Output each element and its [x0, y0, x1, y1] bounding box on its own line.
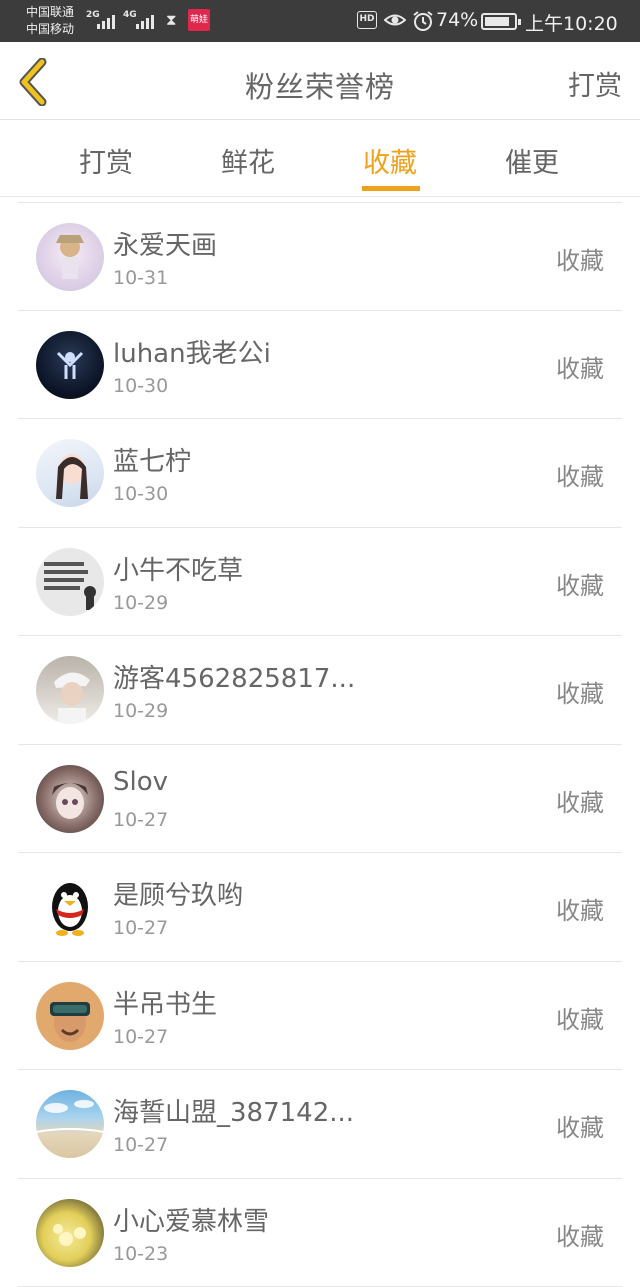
list-item[interactable]: Slov 10-27 收藏	[18, 745, 622, 854]
clock: 上午10:20	[525, 9, 618, 36]
list-item[interactable]: 小心爱慕林雪 10-23 收藏	[18, 1179, 622, 1287]
tab-bar: 打赏 鲜花 收藏 催更	[0, 121, 640, 197]
list-item[interactable]: 游客4562825817... 10-29 收藏	[18, 636, 622, 745]
date: 10-30	[113, 375, 168, 397]
page-title: 粉丝荣誉榜	[0, 64, 640, 106]
action-label: 收藏	[556, 1000, 604, 1035]
header: 粉丝荣誉榜 打赏	[0, 42, 640, 120]
date: 10-27	[113, 809, 168, 831]
date: 10-27	[113, 917, 168, 939]
avatar[interactable]	[36, 765, 104, 833]
alarm-icon	[412, 10, 434, 32]
tab-flowers[interactable]: 鲜花	[188, 141, 308, 180]
hd-icon: HD	[357, 11, 377, 29]
avatar[interactable]	[36, 331, 104, 399]
signal-bars-1-icon	[97, 13, 115, 29]
action-label: 收藏	[556, 891, 604, 926]
date: 10-29	[113, 592, 168, 614]
eye-comfort-icon	[384, 10, 406, 30]
action-label: 收藏	[556, 1217, 604, 1252]
date: 10-29	[113, 700, 168, 722]
list-item[interactable]: 半吊书生 10-27 收藏	[18, 962, 622, 1071]
avatar[interactable]	[36, 1199, 104, 1267]
user-name: 蓝七柠	[113, 441, 191, 478]
list-item[interactable]: 蓝七柠 10-30 收藏	[18, 419, 622, 528]
user-name: 永爱天画	[113, 225, 217, 262]
signal-bars-2-icon	[136, 13, 154, 29]
action-label: 收藏	[556, 1108, 604, 1143]
user-name: 游客4562825817...	[113, 658, 355, 695]
carrier-2: 中国移动	[26, 21, 74, 38]
date: 10-30	[113, 483, 168, 505]
avatar[interactable]	[36, 439, 104, 507]
list-item[interactable]: 是顾兮玖哟 10-27 收藏	[18, 853, 622, 962]
avatar[interactable]	[36, 1090, 104, 1158]
user-name: 是顾兮玖哟	[113, 875, 243, 912]
status-bar: 中国联通 中国移动 2G 4G ⧗ 萌娃 HD 74% 上午10:20	[0, 0, 640, 42]
avatar[interactable]	[36, 656, 104, 724]
action-label: 收藏	[556, 566, 604, 601]
avatar[interactable]	[36, 873, 104, 941]
action-label: 收藏	[556, 783, 604, 818]
hourglass-icon: ⧗	[166, 11, 177, 29]
carrier-1: 中国联通	[26, 4, 74, 21]
user-name: 小牛不吃草	[113, 550, 243, 587]
fan-list: 永爱天画 10-31 收藏 luhan我老公i 10-30 收藏 蓝七柠 10-…	[18, 202, 622, 1287]
app-notification-icon: 萌娃	[188, 9, 210, 31]
date: 10-23	[113, 1243, 168, 1265]
date: 10-27	[113, 1134, 168, 1156]
tab-urge-update[interactable]: 催更	[472, 141, 592, 180]
network-type-2: 4G	[123, 10, 137, 20]
avatar[interactable]	[36, 223, 104, 291]
avatar[interactable]	[36, 548, 104, 616]
action-label: 收藏	[556, 674, 604, 709]
tab-reward[interactable]: 打赏	[46, 141, 166, 180]
list-item[interactable]: 小牛不吃草 10-29 收藏	[18, 528, 622, 637]
user-name: 海誓山盟_387142...	[113, 1092, 354, 1129]
carrier-labels: 中国联通 中国移动	[26, 4, 74, 38]
list-item[interactable]: 海誓山盟_387142... 10-27 收藏	[18, 1070, 622, 1179]
reward-button[interactable]: 打赏	[568, 64, 622, 103]
list-item[interactable]: luhan我老公i 10-30 收藏	[18, 311, 622, 420]
active-tab-indicator	[362, 186, 420, 191]
date: 10-31	[113, 267, 168, 289]
tab-favorites[interactable]: 收藏	[330, 141, 450, 180]
user-name: 小心爱慕林雪	[113, 1201, 269, 1238]
list-item[interactable]: 永爱天画 10-31 收藏	[18, 202, 622, 311]
battery-icon	[481, 13, 517, 30]
battery-percent: 74%	[436, 9, 478, 31]
user-name: luhan我老公i	[113, 333, 271, 370]
avatar[interactable]	[36, 982, 104, 1050]
user-name: Slov	[113, 767, 168, 797]
penguin-icon	[36, 873, 104, 941]
user-name: 半吊书生	[113, 984, 217, 1021]
action-label: 收藏	[556, 241, 604, 276]
action-label: 收藏	[556, 349, 604, 384]
action-label: 收藏	[556, 457, 604, 492]
date: 10-27	[113, 1026, 168, 1048]
